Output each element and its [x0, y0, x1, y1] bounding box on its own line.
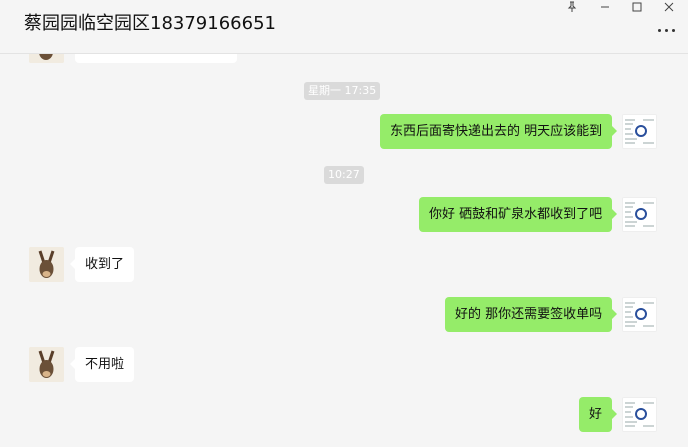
title-bar: 蔡园园临空园区18379166651	[0, 0, 688, 54]
timestamp: 星期一 17:35	[304, 82, 381, 100]
timestamp: 10:27	[324, 166, 364, 184]
message-bubble-incoming[interactable]	[75, 54, 237, 63]
minimize-icon[interactable]	[592, 0, 618, 14]
chat-title: 蔡园园临空园区18379166651	[24, 13, 276, 34]
message-bubble-outgoing[interactable]: 东西后面寄快递出去的 明天应该能到	[380, 114, 618, 149]
my-avatar[interactable]	[622, 397, 657, 432]
message-bubble-outgoing[interactable]: 好的 那你还需要签收单吗	[445, 297, 618, 332]
message-bubble-incoming[interactable]: 收到了	[69, 247, 135, 282]
my-avatar[interactable]	[622, 197, 657, 232]
message-bubble-incoming[interactable]: 不用啦	[69, 347, 135, 382]
contact-avatar[interactable]	[29, 54, 64, 63]
contact-avatar[interactable]	[29, 247, 64, 282]
message-bubble-outgoing[interactable]: 你好 硒鼓和矿泉水都收到了吧	[419, 197, 618, 232]
my-avatar[interactable]	[622, 297, 657, 332]
contact-avatar[interactable]	[29, 347, 64, 382]
more-icon[interactable]	[658, 24, 678, 36]
pin-icon[interactable]	[559, 0, 585, 14]
close-icon[interactable]	[656, 0, 682, 14]
maximize-icon[interactable]	[624, 0, 650, 14]
message-bubble-outgoing[interactable]: 好	[579, 397, 618, 432]
my-avatar[interactable]	[622, 114, 657, 149]
message-list[interactable]: 星期一 17:35 东西后面寄快递出去的 明天应该能到 10:27 你好 硒鼓和…	[0, 54, 688, 447]
